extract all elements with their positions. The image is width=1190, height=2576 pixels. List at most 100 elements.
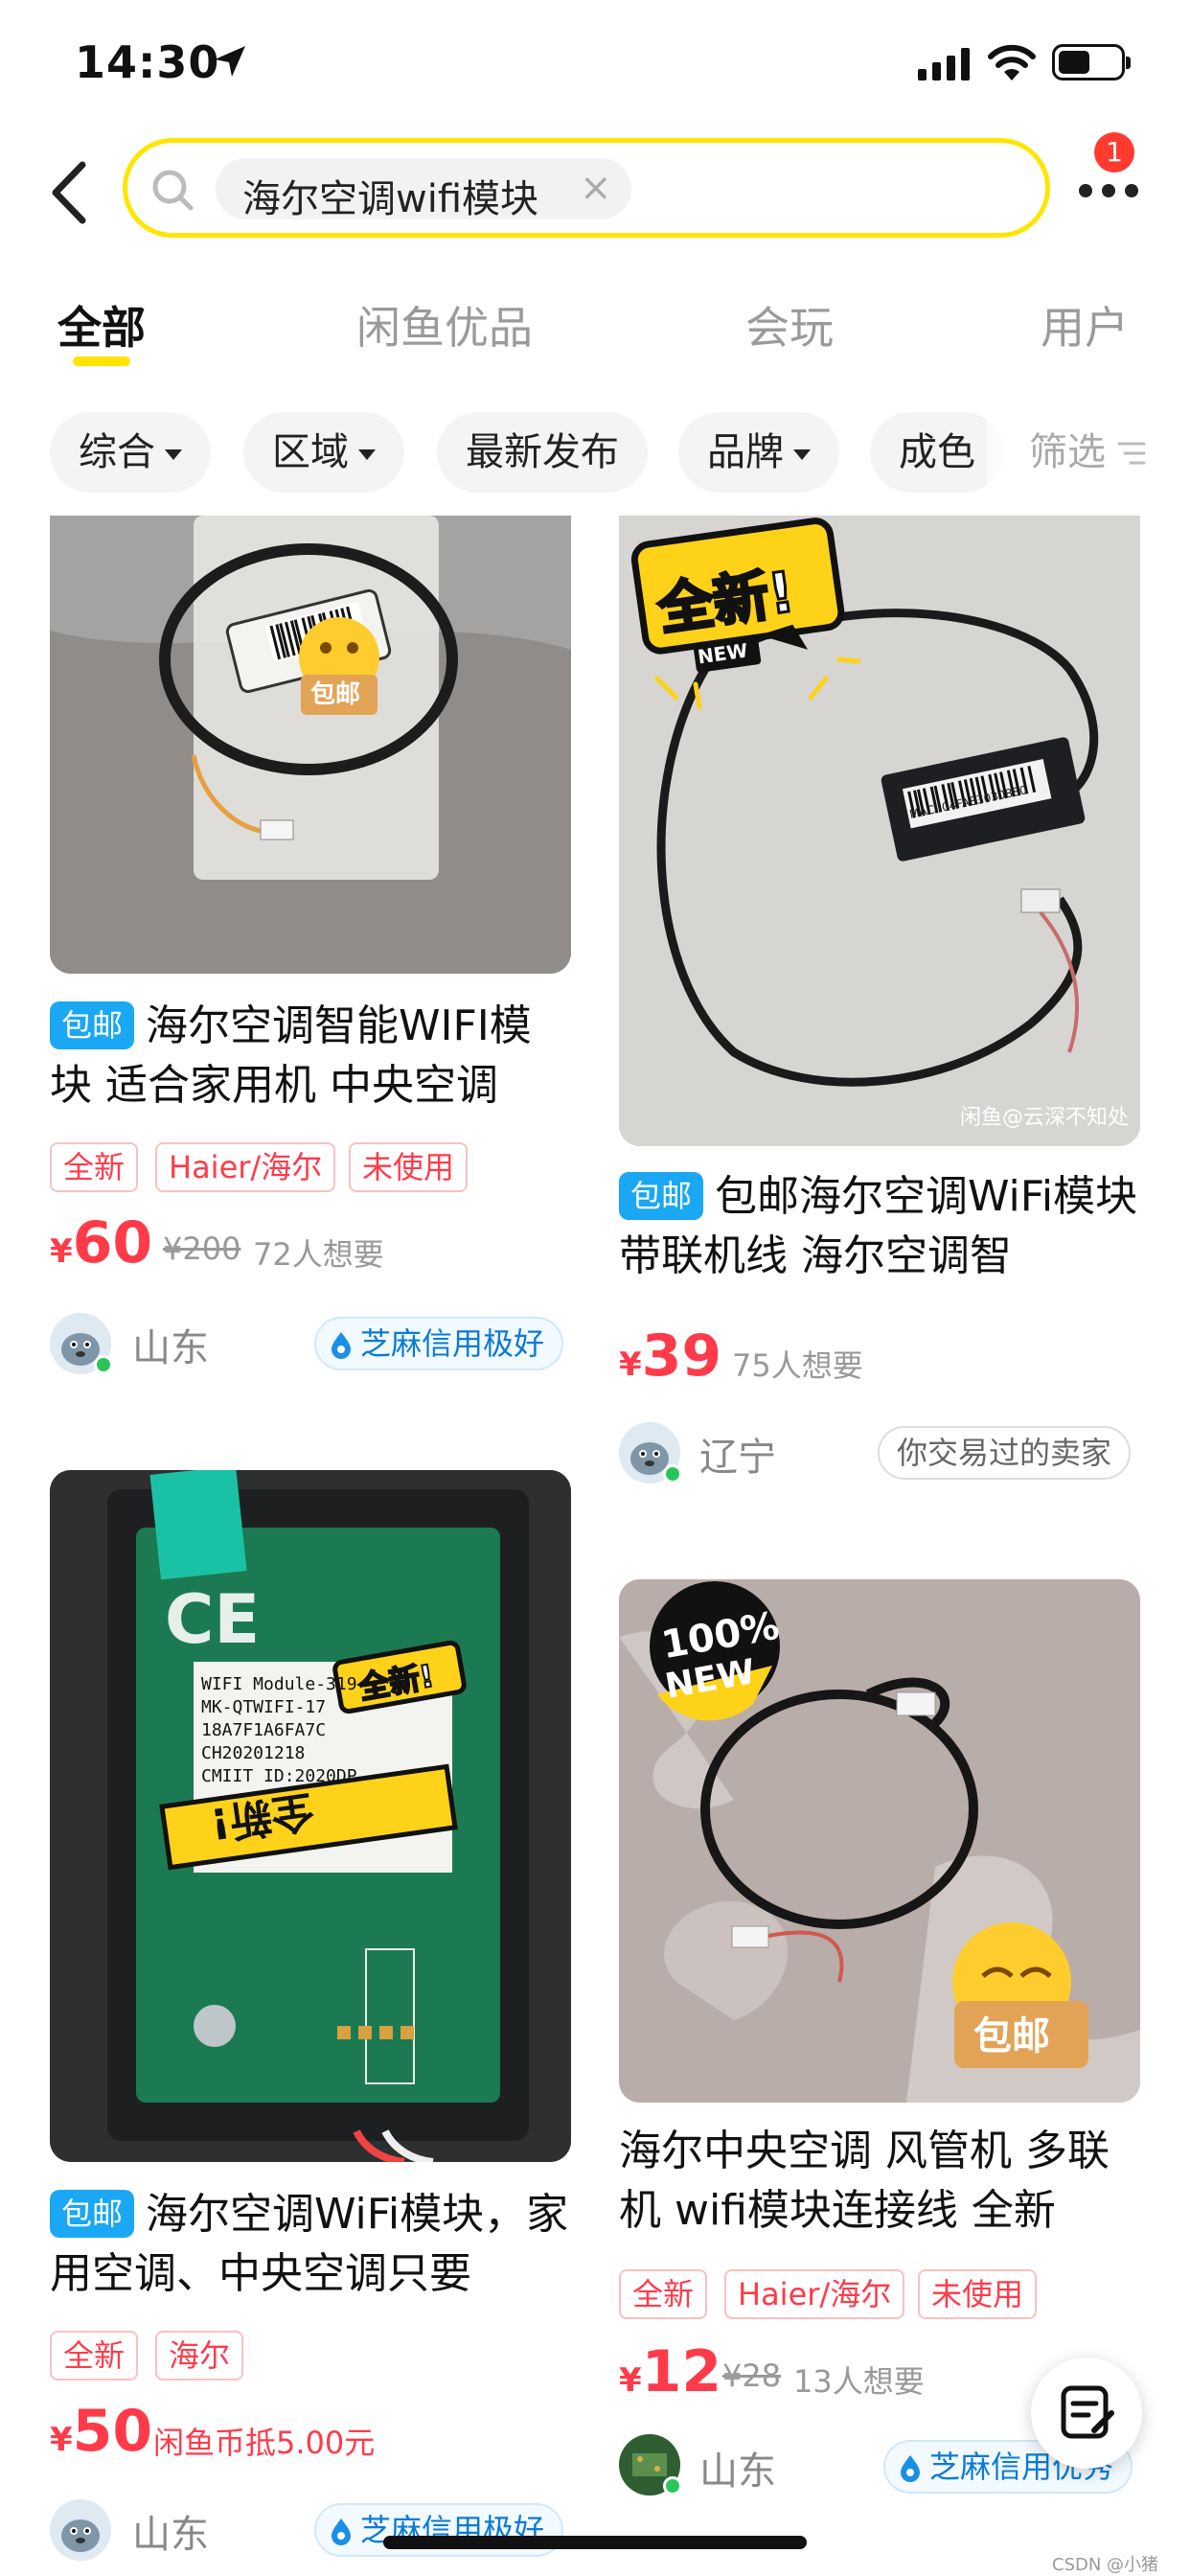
location-arrow-icon — [215, 46, 245, 77]
product-tag: 全新 — [50, 2331, 139, 2380]
free-shipping-badge: 包邮 — [619, 1172, 704, 1220]
online-indicator — [663, 2476, 682, 2496]
notification-badge: 1 — [1094, 132, 1134, 172]
more-options-icon[interactable] — [1079, 178, 1146, 201]
post-listing-button[interactable] — [1031, 2358, 1142, 2469]
price-value: 12 — [641, 2338, 722, 2405]
credit-badge: 芝麻信用极好 — [314, 1317, 564, 1370]
product-photo-4[interactable]: 100% NEW 包邮 — [619, 1579, 1140, 2103]
online-indicator — [94, 1355, 113, 1374]
photo-watermark: 闲鱼@云深不知处 — [960, 1106, 1130, 1130]
seller-region: 山东 — [699, 2450, 776, 2494]
seller-region: 山东 — [132, 2513, 209, 2557]
product-tag: Haier/海尔 — [155, 1142, 336, 1192]
sesame-credit-icon — [901, 2455, 920, 2482]
product-price-1: ¥60 — [50, 1209, 152, 1276]
filter-label: 综合 — [79, 430, 155, 474]
status-bar: 14:30 — [0, 0, 1190, 125]
board-label-line: MK-QTWIFI-17 — [201, 1697, 327, 1717]
product-title-1[interactable]: 包邮 海尔空调智能WIFI模块 适合家用机 中央空调 — [50, 997, 571, 1116]
board-label: WIFI Module-319 MK-QTWIFI-17 18A7F1A6FA7… — [201, 1673, 357, 1788]
board-label-line: 18A7F1A6FA7C — [201, 1720, 327, 1740]
status-time: 14:30 — [75, 36, 220, 88]
caret-down-icon — [793, 448, 811, 460]
product-price-2: ¥39 — [619, 1322, 721, 1390]
back-chevron-icon[interactable] — [46, 159, 96, 226]
product-photo-2[interactable]: 全新! NEW MAC: 04FA83030880 闲鱼@云深不知处 — [619, 516, 1140, 1146]
product-tag: 未使用 — [918, 2269, 1038, 2319]
search-query-chip[interactable]: 海尔空调wifi模块 × — [216, 158, 631, 221]
want-count: 13人想要 — [793, 2363, 925, 2400]
tab-users[interactable]: 用户 — [1041, 293, 1129, 356]
online-indicator — [663, 1464, 682, 1484]
product-tag: Haier/海尔 — [724, 2269, 905, 2319]
search-box[interactable]: 海尔空调wifi模块 × — [123, 138, 1050, 238]
product-title-3[interactable]: 包邮 海尔空调WiFi模块，家用空调、中央空调只要 — [50, 2185, 571, 2304]
filter-condition[interactable]: 成色 — [870, 412, 1004, 493]
tab-play[interactable]: 会玩 — [745, 293, 834, 356]
filter-latest[interactable]: 最新发布 — [437, 412, 648, 493]
filter-label: 品牌 — [707, 430, 784, 474]
cellular-signal-icon — [918, 48, 970, 80]
caret-down-icon — [358, 448, 376, 460]
currency-symbol: ¥ — [619, 2361, 642, 2400]
edit-note-icon — [1061, 2385, 1114, 2439]
free-shipping-badge: 包邮 — [50, 2190, 135, 2238]
want-count: 75人想要 — [732, 1347, 863, 1384]
currency-symbol: ¥ — [619, 1346, 642, 1384]
product-tag: 海尔 — [155, 2331, 244, 2380]
product-photo-1[interactable]: 包邮 — [50, 516, 571, 974]
photo-sticker-text: 包邮 — [973, 2014, 1050, 2058]
filter-icon — [1117, 442, 1146, 465]
product-title-4[interactable]: 海尔中央空调 风管机 多联机 wifi模块连接线 全新 — [619, 2122, 1144, 2241]
caret-down-icon — [165, 448, 182, 460]
product-tag: 全新 — [50, 1142, 139, 1192]
filter-comprehensive[interactable]: 综合 — [50, 412, 211, 493]
sesame-credit-icon — [332, 1332, 351, 1359]
original-price: ¥28 — [722, 2358, 782, 2394]
seller-region: 山东 — [132, 1326, 209, 1370]
watermark: CSDN @小猪code — [1052, 2555, 1159, 2575]
board-label-line: WIFI Module-319 — [201, 1674, 357, 1694]
free-shipping-badge: 包邮 — [50, 1001, 135, 1049]
photo-cable-bag — [50, 516, 571, 974]
price-value: 50 — [72, 2398, 153, 2465]
want-count: 72人想要 — [253, 1236, 384, 1273]
price-value: 60 — [72, 1209, 153, 1276]
product-price-4: ¥12 — [619, 2338, 721, 2405]
board-label-line: CMIIT ID:2020DP — [201, 1766, 357, 1786]
price-value: 39 — [641, 1322, 722, 1390]
home-indicator[interactable] — [383, 2536, 807, 2549]
search-icon — [152, 170, 194, 211]
seal-avatar-icon — [50, 2499, 111, 2561]
photo-sticker-text: 包邮 — [310, 680, 361, 709]
tab-all[interactable]: 全部 — [57, 293, 146, 356]
clear-query-icon[interactable]: × — [580, 166, 612, 210]
battery-icon — [1052, 44, 1131, 80]
sesame-credit-icon — [332, 2518, 351, 2545]
original-price: ¥200 — [163, 1230, 241, 1267]
currency-symbol: ¥ — [50, 2421, 73, 2459]
product-tag: 全新 — [619, 2269, 708, 2319]
seller-avatar[interactable] — [50, 2499, 111, 2561]
currency-symbol: ¥ — [50, 1232, 73, 1271]
filter-screen-button[interactable]: 筛选 — [1029, 412, 1106, 493]
active-tab-indicator — [73, 356, 130, 366]
filter-label: 区域 — [272, 430, 349, 474]
search-query-text: 海尔空调wifi模块 — [242, 177, 539, 221]
wifi-icon — [988, 44, 1036, 80]
filter-brand[interactable]: 品牌 — [678, 412, 839, 493]
board-label-line: CH20201218 — [201, 1743, 306, 1763]
credit-text: 芝麻信用极好 — [360, 1325, 545, 1362]
filter-label: 成色 — [899, 430, 975, 474]
product-price-3: ¥50 — [50, 2398, 152, 2465]
tab-xianyu-premium[interactable]: 闲鱼优品 — [356, 293, 533, 356]
product-title-2[interactable]: 包邮 包邮海尔空调WiFi模块 带联机线 海尔空调智 — [619, 1167, 1144, 1286]
product-photo-3[interactable]: CE WIFI Module-319 MK-QTWIFI-17 18A7F1A6… — [50, 1470, 571, 2162]
filter-label: 最新发布 — [466, 430, 619, 474]
traded-seller-badge: 你交易过的卖家 — [878, 1426, 1132, 1480]
svg-text:CE: CE — [165, 1580, 260, 1659]
seller-region: 辽宁 — [699, 1436, 776, 1480]
product-tag: 未使用 — [349, 1142, 469, 1192]
filter-region[interactable]: 区域 — [243, 412, 404, 493]
